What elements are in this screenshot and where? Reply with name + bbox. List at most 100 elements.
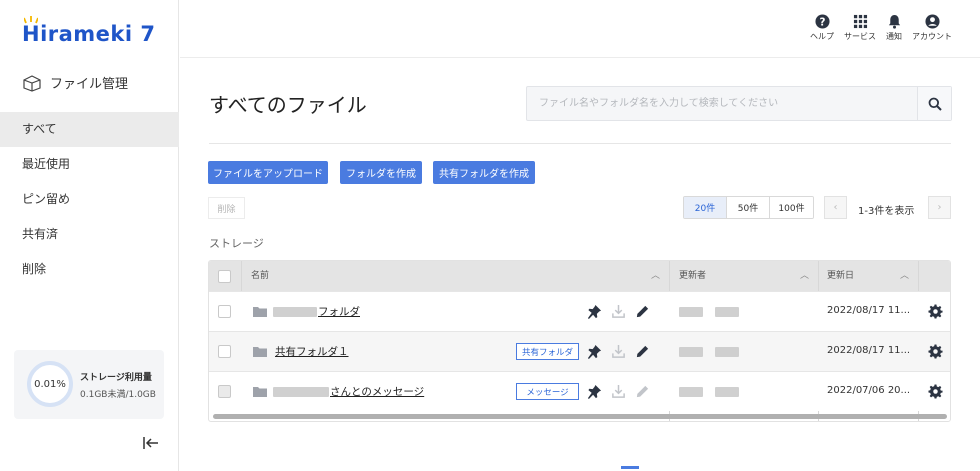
gear-icon[interactable]: [928, 304, 943, 319]
app-title: ファイル管理: [22, 73, 128, 92]
per-page-50[interactable]: 50件: [727, 197, 770, 218]
download-icon[interactable]: [611, 304, 626, 319]
file-table: 名前 ︿ 更新者 ︿ 更新日 ︿ フォルダ 2022/08/17 11... 共…: [208, 260, 951, 422]
updated-date: 2022/08/17 11...: [827, 345, 911, 356]
message-tag: メッセージ: [516, 383, 579, 400]
title-divider: [209, 143, 951, 144]
sidebar-item-deleted[interactable]: 削除: [0, 252, 179, 287]
app-title-label: ファイル管理: [50, 77, 129, 92]
row-checkbox[interactable]: [218, 305, 231, 318]
row-checkbox[interactable]: [218, 385, 231, 398]
column-updated-at-label: 更新日: [827, 271, 855, 281]
sidebar-item-shared[interactable]: 共有済: [0, 217, 179, 252]
table-row[interactable]: フォルダ 2022/08/17 11...: [209, 291, 950, 331]
account-label: アカウント: [912, 32, 952, 41]
per-page-100[interactable]: 100件: [770, 197, 813, 218]
horizontal-scrollbar[interactable]: [213, 414, 947, 419]
account-button[interactable]: アカウント: [912, 14, 952, 42]
row-checkbox[interactable]: [218, 345, 231, 358]
updated-date: 2022/07/06 20...: [827, 385, 911, 396]
pagination-info: 1-3件を表示: [858, 206, 915, 217]
header-actions: ? ヘルプ サービス 通知 アカウント: [810, 14, 952, 42]
create-shared-folder-button[interactable]: 共有フォルダを作成: [433, 161, 535, 184]
sidebar: Hirameki 7 ファイル管理 すべて 最近使用 ピン留め 共有済 削除 0…: [0, 0, 179, 471]
sidebar-nav: すべて 最近使用 ピン留め 共有済 削除: [0, 112, 179, 287]
file-name-link[interactable]: 共有フォルダ１: [275, 344, 349, 359]
folder-icon: [253, 387, 267, 397]
logo-text: Hirameki 7: [22, 22, 156, 46]
notifications-button[interactable]: 通知: [886, 14, 902, 42]
file-name-link[interactable]: さんとのメッセージ: [273, 384, 424, 399]
search-button[interactable]: [917, 87, 951, 120]
pin-icon[interactable]: [587, 384, 602, 399]
prev-page-button[interactable]: ‹: [824, 196, 847, 219]
services-label: サービス: [844, 32, 876, 41]
section-label-storage: ストレージ: [209, 237, 264, 250]
column-updater-label: 更新者: [679, 271, 707, 281]
gear-icon[interactable]: [928, 344, 943, 359]
bell-icon: [888, 14, 900, 29]
pin-icon[interactable]: [587, 344, 602, 359]
select-all-checkbox[interactable]: [218, 270, 231, 283]
sort-chevron-icon: ︿: [899, 271, 909, 281]
search-icon: [928, 97, 942, 111]
next-page-button[interactable]: ›: [928, 196, 951, 219]
folder-icon: [253, 347, 267, 357]
sort-chevron-icon: ︿: [650, 271, 660, 281]
updated-date: 2022/08/17 11...: [827, 305, 911, 316]
chevron-left-icon: ‹: [833, 202, 838, 213]
sidebar-item-all[interactable]: すべて: [0, 112, 179, 147]
pin-icon[interactable]: [587, 304, 602, 319]
collapse-sidebar-icon[interactable]: [143, 435, 159, 454]
column-header-updater[interactable]: 更新者 ︿: [679, 261, 817, 291]
gear-icon[interactable]: [928, 384, 943, 399]
bottom-indicator: [621, 466, 639, 469]
account-icon: [924, 14, 940, 29]
updater-name: [679, 387, 739, 397]
storage-usage-percent: 0.01%: [34, 378, 66, 390]
page-title: すべてのファイル: [209, 93, 367, 117]
edit-pencil-icon-disabled: [636, 385, 649, 398]
shared-folder-tag: 共有フォルダ: [516, 343, 579, 360]
updater-name: [679, 307, 739, 317]
upload-file-button[interactable]: ファイルをアップロード: [208, 161, 328, 184]
sort-chevron-icon: ︿: [799, 271, 809, 281]
download-icon[interactable]: [611, 344, 626, 359]
edit-pencil-icon[interactable]: [635, 344, 650, 359]
logo[interactable]: Hirameki 7: [22, 16, 156, 46]
file-name-link[interactable]: フォルダ: [273, 304, 360, 319]
help-label: ヘルプ: [810, 32, 834, 41]
storage-usage-title: ストレージ利用量: [80, 373, 152, 383]
delete-button[interactable]: 削除: [208, 197, 245, 219]
help-icon: ?: [814, 14, 830, 29]
table-row[interactable]: さんとのメッセージ メッセージ 2022/07/06 20...: [209, 371, 950, 411]
search-input[interactable]: [527, 87, 917, 120]
services-icon: [853, 14, 867, 29]
per-page-20[interactable]: 20件: [684, 197, 727, 218]
sidebar-item-pinned[interactable]: ピン留め: [0, 182, 179, 217]
column-header-name[interactable]: 名前 ︿: [251, 261, 668, 291]
search-box: [526, 86, 952, 121]
storage-usage-ring: 0.01%: [27, 361, 73, 407]
box-icon: [23, 74, 41, 92]
updater-name: [679, 347, 739, 357]
header-divider: [180, 57, 980, 58]
sidebar-item-recent[interactable]: 最近使用: [0, 147, 179, 182]
storage-usage-card: 0.01% ストレージ利用量 0.1GB未満/1.0GB: [14, 350, 164, 419]
download-icon[interactable]: [611, 384, 626, 399]
column-name-label: 名前: [251, 271, 270, 281]
storage-usage-amount: 0.1GB未満/1.0GB: [80, 390, 156, 400]
table-header: 名前 ︿ 更新者 ︿ 更新日 ︿: [209, 261, 950, 421]
logo-spark-icon: [24, 16, 38, 24]
table-row[interactable]: 共有フォルダ１ 共有フォルダ 2022/08/17 11...: [209, 331, 950, 371]
column-header-updated-at[interactable]: 更新日 ︿: [827, 261, 917, 291]
chevron-right-icon: ›: [937, 202, 942, 213]
create-folder-button[interactable]: フォルダを作成: [340, 161, 422, 184]
help-button[interactable]: ? ヘルプ: [810, 14, 834, 42]
services-button[interactable]: サービス: [844, 14, 876, 42]
per-page-selector: 20件 50件 100件: [683, 196, 814, 219]
edit-pencil-icon[interactable]: [635, 304, 650, 319]
folder-icon: [253, 307, 267, 317]
notifications-label: 通知: [886, 32, 902, 41]
svg-text:?: ?: [819, 16, 825, 28]
